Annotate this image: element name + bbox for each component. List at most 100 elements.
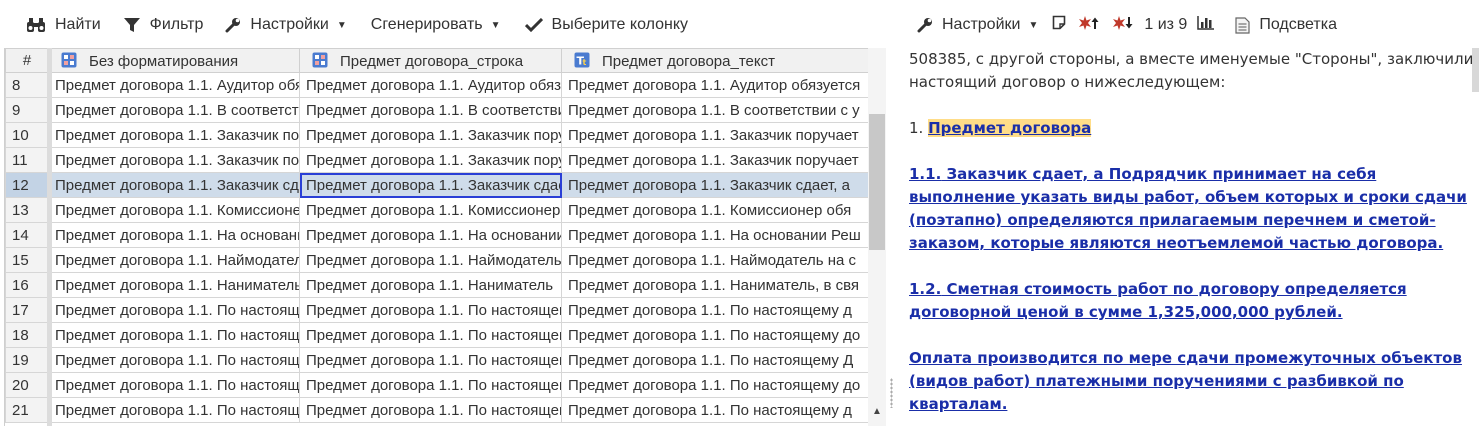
table-row[interactable]: 15 Предмет договора 1.1. Наймодатель Предм… [5,247,870,273]
unformatted-cell[interactable]: Предмет договора 1.1. По настоящему [48,372,300,398]
subject-string-cell[interactable]: Предмет договора 1.1. Комиссионер [299,197,562,223]
subject-string-cell[interactable]: Предмет договора 1.1. Наниматель [299,272,562,298]
unformatted-cell[interactable]: Предмет договора 1.1. По настоящему [48,297,300,323]
column-header-subject-string[interactable]: Предмет договора_строка [299,48,562,73]
data-grid: # Без форматирования Предмет договора_ст… [4,48,886,426]
section-number: 1. [909,119,929,137]
table-row[interactable]: 10Предмет договора 1.1. Заказчик поручае… [5,122,870,148]
row-number-cell[interactable]: 18 [5,322,49,348]
row-number-cell[interactable]: 9 [5,97,49,123]
grid-toolbar: Найти Фильтр Настройки ▼ Сгенерировать ▼… [0,0,886,50]
subject-string-cell[interactable]: Предмет договора 1.1. По настоящему [299,372,562,398]
highlight-button[interactable]: Подсветка [1227,10,1345,40]
table-row[interactable]: 19 Предмет договора 1.1. По настоящему Пре… [5,347,870,373]
match-counter-label: 1 из 9 [1144,16,1188,33]
doc-paragraph-payment[interactable]: Оплата производится по мере сдачи промеж… [909,347,1479,416]
section-title-highlight[interactable]: Предмет договора [928,119,1092,137]
row-number-cell[interactable]: 15 [5,247,49,273]
row-number-cell[interactable]: 17 [5,297,49,323]
row-number-cell[interactable]: 16 [5,272,49,298]
table-row[interactable]: 12 Предмет договора 1.1. Заказчик сдает Пр… [5,172,870,198]
generate-menu-button[interactable]: Сгенерировать ▼ [363,10,509,40]
subject-text-cell[interactable]: Предмет договора 1.1. Аудитор обязуется [561,72,870,98]
unformatted-cell[interactable]: Предмет договора 1.1. Комиссионер [48,197,300,223]
column-header-subject-text[interactable]: Tt Предмет договора_текст [561,48,870,73]
unformatted-cell[interactable]: Предмет договора 1.1. На основании [48,222,300,248]
row-number-cell[interactable]: 10 [5,122,49,148]
column-header-number[interactable]: # [5,48,49,73]
subject-text-cell[interactable]: Предмет договора 1.1. Наниматель, в свя [561,272,870,298]
unformatted-cell[interactable]: Предмет договора 1.1. По настоящему [48,347,300,373]
choose-column-button[interactable]: Выберите колонку [517,10,697,40]
unformatted-cell[interactable]: Предмет договора 1.1. Заказчик поручает [48,147,300,173]
doc-paragraph-1-2[interactable]: 1.2. Сметная стоимость работ по договору… [909,278,1479,324]
filter-button[interactable]: Фильтр [115,10,212,40]
subject-text-cell[interactable]: Предмет договора 1.1. По настоящему д [561,397,870,423]
subject-text-cell[interactable]: Предмет договора 1.1. Заказчик поручает [561,147,870,173]
table-row[interactable]: 8Предмет договора 1.1. Аудитор обязуется… [5,72,870,98]
subject-string-cell[interactable]: Предмет договора 1.1. Заказчик сдает [299,172,562,198]
subject-string-cell[interactable]: Предмет договора 1.1. Заказчик поручает [299,147,562,173]
subject-text-cell[interactable]: Предмет договора 1.1. Заказчик поручает [561,122,870,148]
doc-paragraph-1-1[interactable]: 1.1. Заказчик сдает, а Подрядчик принима… [909,163,1479,255]
subject-text-cell[interactable]: Предмет договора 1.1. На основании Реш [561,222,870,248]
find-button[interactable]: Найти [18,10,109,40]
column-header-unformatted[interactable]: Без форматирования [48,48,300,73]
row-number-cell[interactable]: 13 [5,197,49,223]
table-row[interactable]: 21 Предмет договора 1.1. По настоящему Пре… [5,397,870,423]
unformatted-cell[interactable]: Предмет договора 1.1. Аудитор обязуется [48,72,300,98]
unformatted-cell[interactable]: Предмет договора 1.1. Заказчик поручает [48,122,300,148]
table-row[interactable]: 11Предмет договора 1.1. Заказчик поручае… [5,147,870,173]
row-number-cell[interactable]: 21 [5,397,49,423]
subject-string-cell[interactable]: Предмет договора 1.1. Заказчик поручает [299,122,562,148]
unformatted-cell[interactable]: Предмет договора 1.1. Наниматель [48,272,300,298]
row-number-cell[interactable]: 14 [5,222,49,248]
table-row[interactable]: 20 Предмет договора 1.1. По настоящему Пре… [5,372,870,398]
statistics-button[interactable] [1191,10,1221,40]
row-number-cell[interactable]: 12 [5,172,49,198]
unformatted-cell[interactable]: Предмет договора 1.1. По настоящему [48,397,300,423]
subject-text-cell[interactable]: Предмет договора 1.1. В соответствии с у [561,97,870,123]
next-match-button[interactable] [1106,10,1140,40]
table-row[interactable]: 16 Предмет договора 1.1. Наниматель Предме… [5,272,870,298]
unformatted-cell[interactable]: Предмет договора 1.1. В соответствии [48,97,300,123]
document-scrollbar-thumb[interactable] [1472,48,1479,92]
subject-string-cell[interactable]: Предмет договора 1.1. В соответствии [299,97,562,123]
subject-text-cell[interactable]: Предмет договора 1.1. По настоящему д [561,297,870,323]
subject-text-cell[interactable]: Предмет договора 1.1. Заказчик сдает, а [561,172,870,198]
pane-splitter[interactable] [886,0,897,426]
unformatted-cell[interactable]: Предмет договора 1.1. По настоящему [48,322,300,348]
subject-text-cell[interactable]: Предмет договора 1.1. Комиссионер обя [561,197,870,223]
doc-settings-menu-button[interactable]: Настройки ▼ [909,10,1046,40]
row-number-cell[interactable]: 8 [5,72,49,98]
subject-text-cell[interactable]: Предмет договора 1.1. По настоящему до [561,322,870,348]
previous-match-button[interactable] [1072,10,1106,40]
subject-string-cell[interactable]: Предмет договора 1.1. По настоящему [299,322,562,348]
note-button[interactable] [1046,10,1072,40]
subject-text-cell[interactable]: Предмет договора 1.1. Наймодатель на с [561,247,870,273]
subject-string-cell[interactable]: Предмет договора 1.1. По настоящему [299,347,562,373]
row-number-cell[interactable]: 11 [5,147,49,173]
scroll-up-arrow-icon[interactable]: ▲ [872,406,882,417]
subject-string-cell[interactable]: Предмет договора 1.1. Наймодатель [299,247,562,273]
unformatted-cell[interactable]: Предмет договора 1.1. Наймодатель [48,247,300,273]
settings-menu-button[interactable]: Настройки ▼ [217,10,354,40]
table-row[interactable]: 17 Предмет договора 1.1. По настоящему Пре… [5,297,870,323]
table-row[interactable]: 14 Предмет договора 1.1. На основании Пред… [5,222,870,248]
subject-string-cell[interactable]: Предмет договора 1.1. По настоящему [299,397,562,423]
unformatted-cell[interactable]: Предмет договора 1.1. Заказчик сдает [48,172,300,198]
row-number-cell[interactable]: 19 [5,347,49,373]
subject-text-cell[interactable]: Предмет договора 1.1. По настоящему Д [561,347,870,373]
splitter-grip-icon[interactable] [890,378,893,408]
subject-text-cell[interactable]: Предмет договора 1.1. По настоящему до [561,372,870,398]
subject-string-cell[interactable]: Предмет договора 1.1. На основании [299,222,562,248]
row-number-cell[interactable]: 20 [5,372,49,398]
highlight-label: Подсветка [1259,16,1337,33]
table-row[interactable]: 18 Предмет договора 1.1. По настоящему Пре… [5,322,870,348]
table-row[interactable]: 9 Предмет договора 1.1. В соответствии Пре… [5,97,870,123]
grid-vertical-scrollbar[interactable]: ▲ [868,48,886,426]
table-row[interactable]: 13 Предмет договора 1.1. Комиссионер Предм… [5,197,870,223]
grid-scrollbar-thumb[interactable] [869,114,885,250]
subject-string-cell[interactable]: Предмет договора 1.1. По настоящему [299,297,562,323]
subject-string-cell[interactable]: Предмет договора 1.1. Аудитор обязуется [299,72,562,98]
